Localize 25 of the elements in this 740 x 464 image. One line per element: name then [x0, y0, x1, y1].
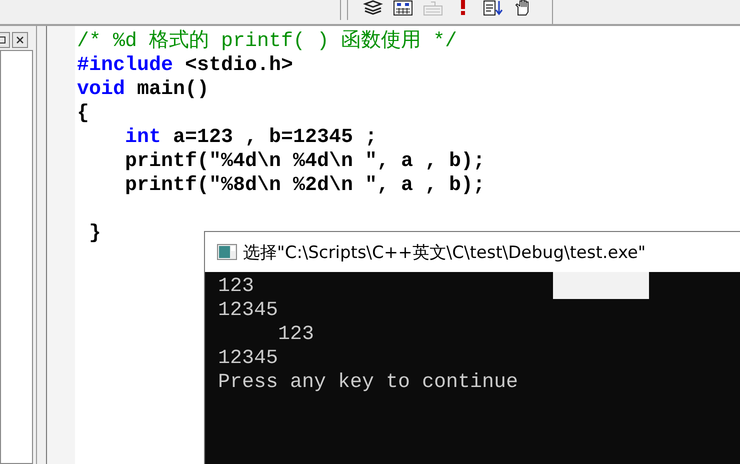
exclamation-icon — [459, 0, 467, 16]
grid-icon — [393, 0, 413, 16]
console-output: 123 — [218, 275, 254, 298]
console-output: Press any key to continue — [218, 371, 518, 394]
code-text: <stdio.h> — [184, 54, 294, 77]
code-keyword: #include — [77, 54, 174, 77]
code-text: main() — [136, 78, 210, 101]
code-text: { — [77, 102, 90, 125]
toolbar-grip[interactable] — [340, 0, 348, 20]
code-keyword: void — [77, 78, 126, 101]
code-keyword: int — [125, 126, 162, 149]
console-app-icon — [217, 244, 237, 260]
close-button[interactable] — [12, 32, 28, 48]
code-text: printf("%4d\n %4d\n ", a , b); — [125, 150, 486, 173]
console-output: 12345 — [218, 299, 278, 322]
close-icon — [16, 36, 24, 44]
window-title: 选择"C:\Scripts\C++英文\C\test\Debug\test.exe" — [243, 242, 646, 264]
console-output: 123 — [277, 323, 314, 346]
console-output: 12345 — [218, 347, 278, 370]
restore-icon — [0, 36, 6, 44]
code-text: printf("%8d\n %2d\n ", a , b); — [125, 174, 486, 197]
code-comment: /* %d 格式的 printf( ) 函数使用 */ — [77, 30, 458, 53]
code-text: } — [88, 222, 102, 245]
list-sort-icon — [483, 0, 503, 16]
code-text: a=123 , b=12345 ; — [172, 126, 378, 149]
